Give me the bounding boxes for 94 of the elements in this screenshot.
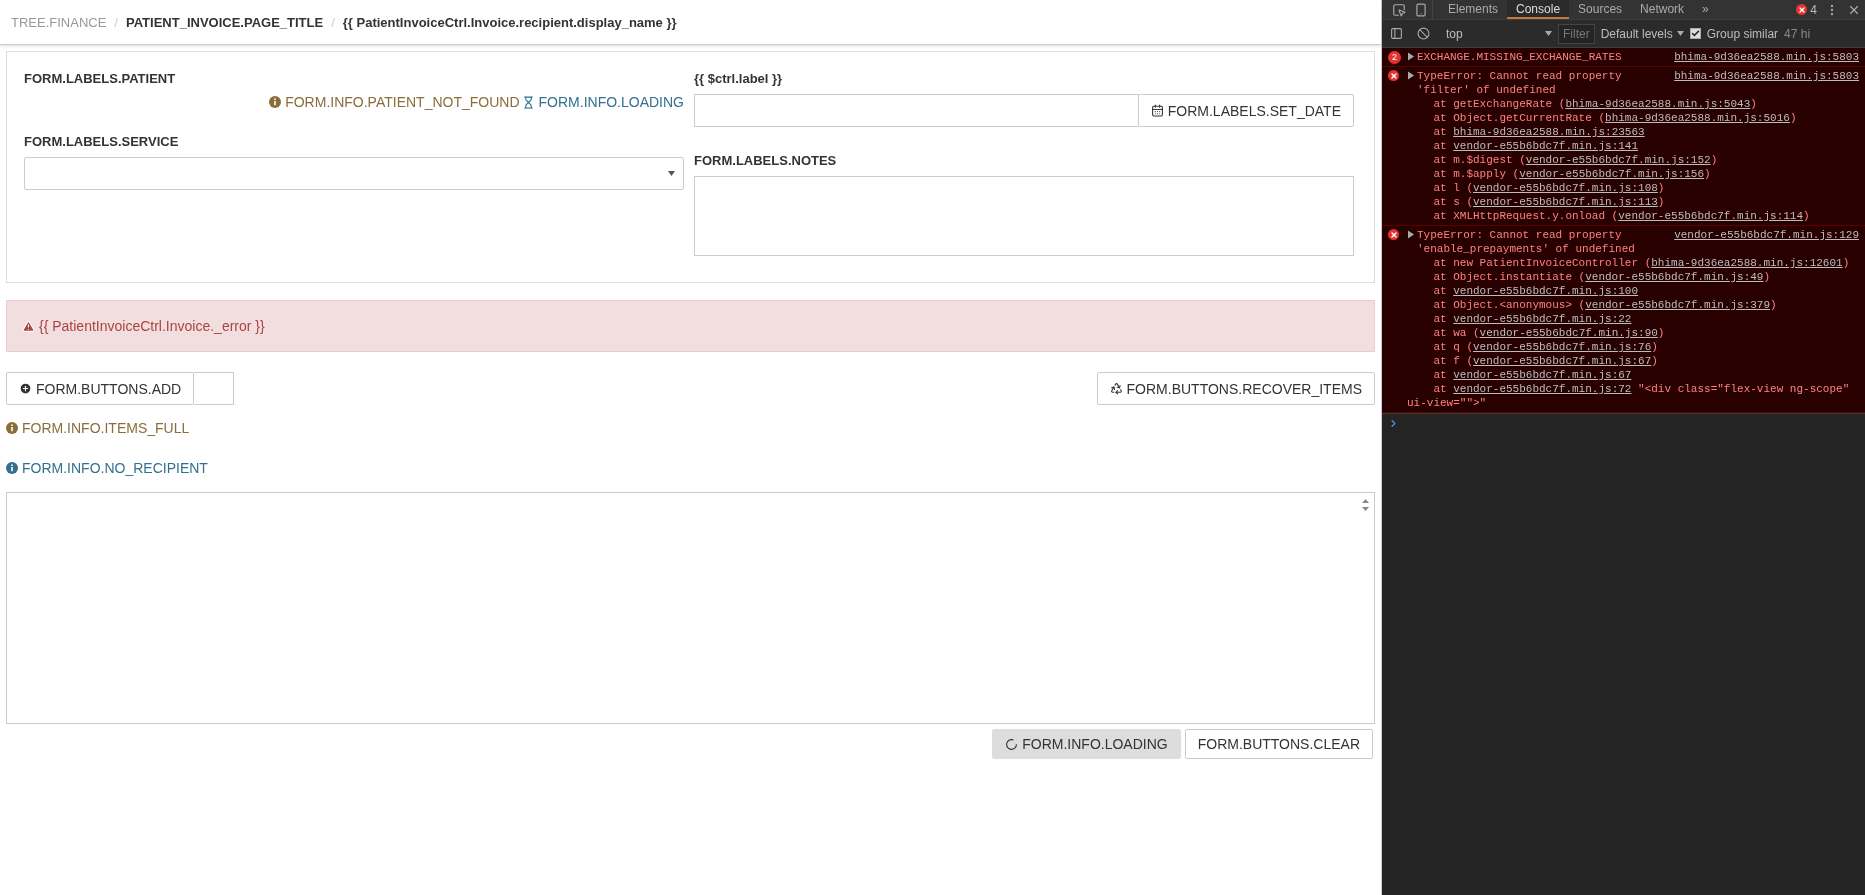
breadcrumb-item: PATIENT_INVOICE.PAGE_TITLE [125, 14, 324, 30]
stack-frame: at bhima-9d36ea2588.min.js:23563 [1407, 125, 1859, 139]
source-link[interactable]: vendor-e55b6bdc7f.min.js:76 [1473, 341, 1652, 353]
more-tabs[interactable]: » [1693, 0, 1718, 19]
source-link[interactable]: bhima-9d36ea2588.min.js:5043 [1565, 98, 1751, 110]
field-label: {{ $ctrl.label }} [694, 71, 784, 86]
caret-icon [1545, 31, 1552, 36]
field-label: FORM.LABELS.NOTES [694, 153, 838, 168]
source-link[interactable]: bhima-9d36ea2588.min.js:5803 [1674, 69, 1859, 83]
stack-frame: at l (vendor-e55b6bdc7f.min.js:108) [1407, 181, 1859, 195]
warning-icon [22, 319, 35, 333]
source-link[interactable]: vendor-e55b6bdc7f.min.js:67 [1473, 355, 1652, 367]
source-link[interactable]: vendor-e55b6bdc7f.min.js:379 [1585, 299, 1771, 311]
status-message: FORM.INFO.LOADING [521, 94, 684, 110]
levels-dropdown[interactable]: Default levels [1600, 26, 1684, 41]
alert-text: {{ PatientInvoiceCtrl.Invoice._error }} [39, 318, 265, 334]
plus-circle-icon [19, 382, 32, 395]
clear-button[interactable]: FORM.BUTTONS.CLEAR [1184, 729, 1373, 759]
spinner-icon [1005, 737, 1019, 751]
caret-icon [1676, 31, 1684, 36]
source-link[interactable]: vendor-e55b6bdc7f.min.js:67 [1453, 369, 1632, 381]
error-counter[interactable]: 4 [1792, 0, 1821, 19]
source-link[interactable]: bhima-9d36ea2588.min.js:5803 [1674, 50, 1859, 64]
info-notice: FORM.INFO.NO_RECIPIENT [6, 458, 1375, 478]
error-icon [1796, 4, 1808, 15]
source-link[interactable]: vendor-e55b6bdc7f.min.js:49 [1585, 271, 1764, 283]
hourglass-icon [521, 95, 535, 109]
error-message: EXCHANGE.MISSING_EXCHANGE_RATES [1417, 50, 1623, 64]
stack-frame: at vendor-e55b6bdc7f.min.js:72 "<div class="flex-view ng-scope" ui-view="">" [1407, 382, 1859, 410]
error-icon [1388, 70, 1399, 81]
stack-frame: at vendor-e55b6bdc7f.min.js:67 [1407, 368, 1859, 382]
source-link[interactable]: vendor-e55b6bdc7f.min.js:100 [1453, 285, 1639, 297]
error-icon [1388, 229, 1399, 240]
expand-triangle-icon[interactable] [1407, 71, 1415, 80]
repeat-count: 2 [1388, 51, 1401, 64]
source-link[interactable]: vendor-e55b6bdc7f.min.js:129 [1674, 228, 1859, 242]
prompt-icon[interactable] [1388, 418, 1399, 429]
stack-frame: at f (vendor-e55b6bdc7f.min.js:67) [1407, 354, 1859, 368]
group-similar-checkbox[interactable] [1689, 28, 1701, 39]
calendar-icon [1150, 104, 1164, 117]
info-icon [6, 422, 18, 434]
hidden-count: 47 hi [1784, 26, 1811, 41]
source-link[interactable]: vendor-e55b6bdc7f.min.js:22 [1453, 313, 1632, 325]
item-count-input[interactable] [194, 372, 235, 405]
source-link[interactable]: vendor-e55b6bdc7f.min.js:72 [1453, 383, 1632, 395]
source-link[interactable]: bhima-9d36ea2588.min.js:5016 [1605, 112, 1790, 124]
devtools-tab[interactable]: Sources [1569, 0, 1632, 19]
source-link[interactable]: vendor-e55b6bdc7f.min.js:113 [1473, 196, 1658, 208]
recover-items-button[interactable]: FORM.BUTTONS.RECOVER_ITEMS [1096, 372, 1375, 405]
expand-triangle-icon[interactable] [1407, 230, 1415, 239]
info-icon [6, 462, 18, 474]
stack-frame: at wa (vendor-e55b6bdc7f.min.js:90) [1407, 326, 1859, 340]
stack-frame: at q (vendor-e55b6bdc7f.min.js:76) [1407, 340, 1859, 354]
stack-frame: at getExchangeRate (bhima-9d36ea2588.min.js:5043) [1407, 97, 1859, 111]
source-link[interactable]: vendor-e55b6bdc7f.min.js:152 [1525, 154, 1711, 166]
stack-frame: at vendor-e55b6bdc7f.min.js:100 [1407, 284, 1859, 298]
source-link[interactable]: vendor-e55b6bdc7f.min.js:114 [1618, 210, 1804, 222]
info-notice: FORM.INFO.ITEMS_FULL [6, 418, 1375, 438]
devtools-tab[interactable]: Console [1507, 0, 1570, 19]
breadcrumb-separator: / [331, 14, 335, 30]
breadcrumb-separator: / [114, 14, 118, 30]
caret-icon [668, 171, 675, 176]
stack-frame: at XMLHttpRequest.y.onload (vendor-e55b6bdc7f.min.js:114) [1407, 209, 1859, 223]
stack-frame: at Object.<anonymous> (vendor-e55b6bdc7f.min.js:379) [1407, 298, 1859, 312]
source-link[interactable]: bhima-9d36ea2588.min.js:12601 [1651, 257, 1843, 269]
stack-frame: at s (vendor-e55b6bdc7f.min.js:113) [1407, 195, 1859, 209]
source-link[interactable]: bhima-9d36ea2588.min.js:23563 [1453, 126, 1645, 138]
expand-triangle-icon[interactable] [1407, 52, 1415, 61]
source-link[interactable]: vendor-e55b6bdc7f.min.js:90 [1479, 327, 1658, 339]
recycle-icon [1109, 382, 1123, 395]
source-link[interactable]: vendor-e55b6bdc7f.min.js:141 [1453, 140, 1639, 152]
set-date-button[interactable]: FORM.LABELS.SET_DATE [1138, 94, 1354, 127]
stack-frame: at m.$digest (vendor-e55b6bdc7f.min.js:152) [1407, 153, 1859, 167]
stack-frame: at vendor-e55b6bdc7f.min.js:141 [1407, 139, 1859, 153]
stack-frame: at m.$apply (vendor-e55b6bdc7f.min.js:156) [1407, 167, 1859, 181]
source-link[interactable]: vendor-e55b6bdc7f.min.js:108 [1473, 182, 1658, 194]
date-input[interactable] [694, 94, 1139, 127]
field-label: FORM.LABELS.SERVICE [24, 134, 180, 149]
stack-frame: at vendor-e55b6bdc7f.min.js:22 [1407, 312, 1859, 326]
stack-frame: at Object.getCurrentRate (bhima-9d36ea2588.min.js:5016) [1407, 111, 1859, 125]
scroll-arrows-icon[interactable] [1361, 497, 1370, 513]
source-link[interactable]: vendor-e55b6bdc7f.min.js:156 [1519, 168, 1705, 180]
stack-frame: at new PatientInvoiceController (bhima-9d36ea2588.min.js:12601) [1407, 256, 1859, 270]
devtools-tab[interactable]: Elements [1439, 0, 1508, 19]
stack-frame: at Object.instantiate (vendor-e55b6bdc7f.min.js:49) [1407, 270, 1859, 284]
checkbox-label: Group similar [1706, 26, 1779, 41]
filter-field[interactable]: Filter [1558, 23, 1595, 44]
context-select[interactable]: top [1440, 26, 1552, 41]
devtools-tab[interactable]: Network [1631, 0, 1694, 19]
info-icon [269, 96, 282, 108]
breadcrumb-item: {{ PatientInvoiceCtrl.Invoice.recipient.display_name }} [342, 14, 677, 30]
status-message: FORM.INFO.PATIENT_NOT_FOUND [269, 94, 520, 110]
field-label: FORM.LABELS.PATIENT [24, 71, 177, 86]
add-button[interactable]: FORM.BUTTONS.ADD [6, 372, 195, 405]
